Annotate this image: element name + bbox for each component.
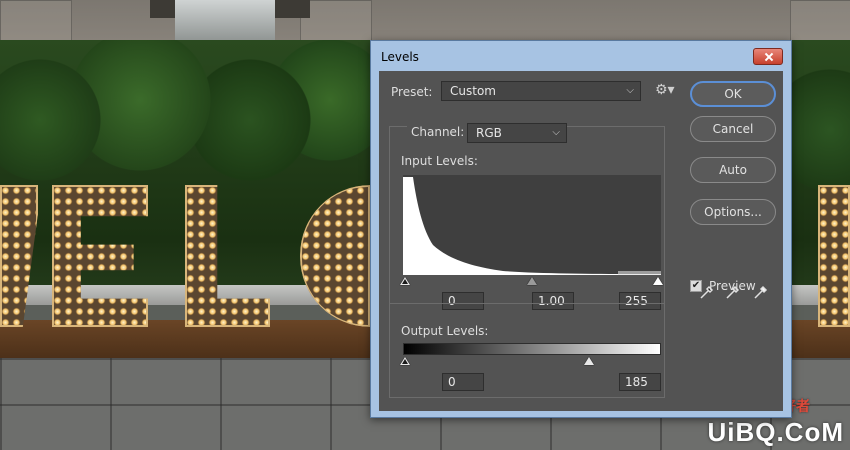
preset-value: Custom (450, 84, 496, 98)
output-levels-label: Output Levels: (401, 324, 489, 338)
watermark: UiBQ.CoM (707, 417, 844, 447)
wall-block (300, 0, 372, 42)
preview-checkbox[interactable]: ✔ (690, 280, 702, 292)
options-button[interactable]: Options... (690, 199, 776, 225)
preset-label: Preset: (391, 85, 433, 99)
group-separator (389, 303, 665, 304)
histogram (403, 175, 661, 275)
dialog-title: Levels (381, 50, 419, 64)
input-black-field[interactable]: 0 (442, 292, 484, 310)
chevron-down-icon: ⌵ (626, 85, 634, 96)
marquee-letter-m (818, 185, 850, 327)
gear-icon[interactable]: ⚙▾ (655, 82, 675, 98)
channel-value: RGB (476, 126, 502, 140)
output-white-field[interactable]: 185 (619, 373, 661, 391)
checkmark-icon: ✔ (691, 280, 701, 291)
input-white-slider[interactable] (653, 277, 663, 285)
channel-select[interactable]: RGB ⌵ (467, 123, 567, 143)
preview-label: Preview (709, 279, 756, 293)
histogram-graph (403, 177, 661, 275)
auto-button[interactable]: Auto (690, 157, 776, 183)
levels-dialog: Levels Preset: Custom ⌵ ⚙▾ Channel: RGB … (370, 40, 792, 418)
cancel-button[interactable]: Cancel (690, 116, 776, 142)
channel-label: Channel: (407, 125, 469, 139)
output-black-field[interactable]: 0 (442, 373, 484, 391)
wall-block (0, 0, 72, 42)
ok-button[interactable]: OK (690, 81, 776, 107)
input-gamma-field[interactable]: 1.00 (532, 292, 574, 310)
output-white-slider[interactable] (584, 357, 594, 365)
input-white-field[interactable]: 255 (619, 292, 661, 310)
preset-select[interactable]: Custom ⌵ (441, 81, 641, 101)
input-levels-label: Input Levels: (401, 154, 478, 168)
wall-block (790, 0, 850, 42)
output-black-slider[interactable] (400, 357, 410, 365)
close-button[interactable] (753, 48, 783, 65)
output-gradient-bar (403, 343, 661, 355)
input-gamma-slider[interactable] (527, 277, 537, 285)
marquee-letter-w (0, 185, 38, 327)
title-bar[interactable]: Levels (371, 41, 791, 71)
input-black-slider[interactable] (400, 277, 410, 285)
chevron-down-icon: ⌵ (552, 127, 560, 138)
